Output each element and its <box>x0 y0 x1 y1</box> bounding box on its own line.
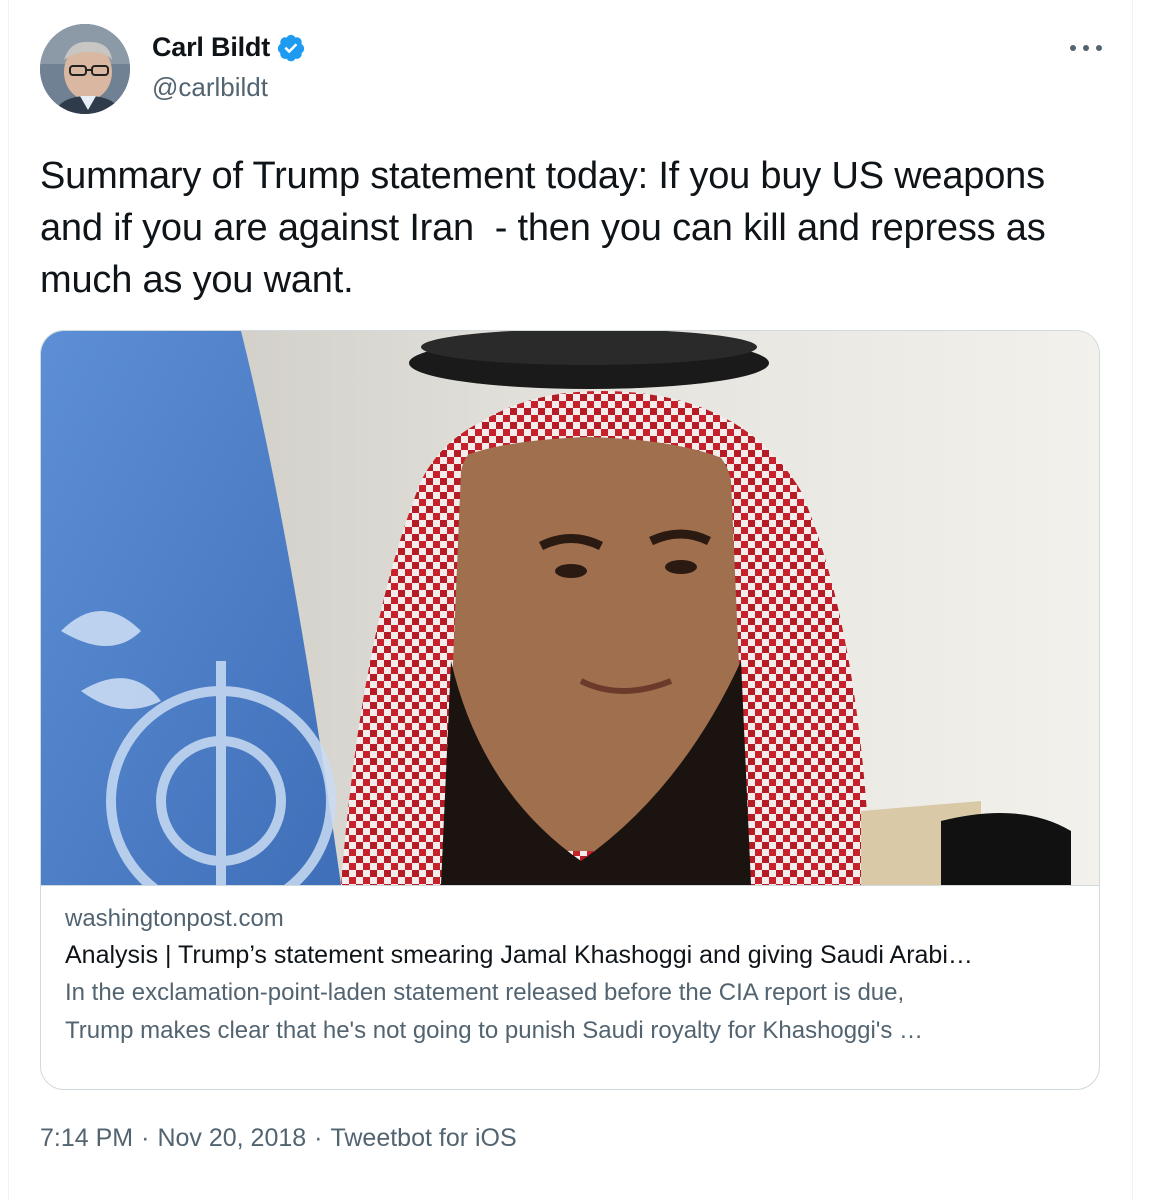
tweet-page: Carl Bildt @carlbildt Summary of Trump s… <box>0 0 1157 1200</box>
link-card-domain: washingtonpost.com <box>65 905 284 932</box>
meta-separator: · <box>141 1124 150 1152</box>
author-avatar[interactable] <box>40 24 130 114</box>
link-card-body: washingtonpost.com Analysis | Trump’s st… <box>41 885 1099 1050</box>
link-card[interactable]: washingtonpost.com Analysis | Trump’s st… <box>40 330 1100 1090</box>
link-card-description-line: In the exclamation-point-laden statement… <box>65 979 905 1006</box>
user-avatar-icon <box>40 24 130 114</box>
tweet-meta: 7:14 PM · Nov 20, 2018 · Tweetbot for iO… <box>40 1124 1102 1153</box>
link-card-title: Analysis | Trump’s statement smearing Ja… <box>65 941 973 969</box>
left-divider <box>8 0 9 1200</box>
name-row: Carl Bildt <box>152 32 306 63</box>
tweet-time[interactable]: 7:14 PM <box>40 1124 133 1153</box>
more-dot <box>1070 45 1076 51</box>
tweet-text: Summary of Trump statement today: If you… <box>40 155 1056 301</box>
author-handle[interactable]: @carlbildt <box>152 72 268 103</box>
more-dot <box>1096 45 1102 51</box>
more-dot <box>1083 45 1089 51</box>
tweet: Carl Bildt @carlbildt Summary of Trump s… <box>40 24 1102 1153</box>
verified-badge-icon <box>277 34 305 61</box>
more-options-icon[interactable] <box>1070 38 1102 58</box>
article-photo-icon <box>41 331 1099 885</box>
meta-separator: · <box>314 1124 323 1152</box>
tweet-date[interactable]: Nov 20, 2018 <box>157 1124 306 1153</box>
link-card-description-line: Trump makes clear that he's not going to… <box>65 1017 924 1044</box>
tweet-source[interactable]: Tweetbot for iOS <box>330 1124 516 1153</box>
author-display-name[interactable]: Carl Bildt <box>152 32 270 63</box>
tweet-header: Carl Bildt @carlbildt <box>40 24 1102 116</box>
right-divider <box>1132 0 1133 1200</box>
